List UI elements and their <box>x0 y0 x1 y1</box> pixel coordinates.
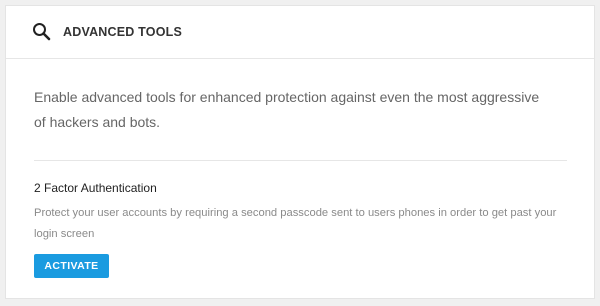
card-body: Enable advanced tools for enhanced prote… <box>6 59 594 278</box>
two-factor-title: 2 Factor Authentication <box>34 181 157 195</box>
activate-button[interactable]: ACTIVATE <box>34 254 109 278</box>
card-title: ADVANCED TOOLS <box>63 25 183 39</box>
divider <box>34 160 567 161</box>
intro-text: Enable advanced tools for enhanced prote… <box>34 89 540 130</box>
card-header: ADVANCED TOOLS <box>6 6 594 59</box>
search-icon <box>32 22 52 42</box>
two-factor-description: Protect your user accounts by requiring … <box>34 207 557 240</box>
advanced-tools-card: ADVANCED TOOLS Enable advanced tools for… <box>5 5 595 299</box>
